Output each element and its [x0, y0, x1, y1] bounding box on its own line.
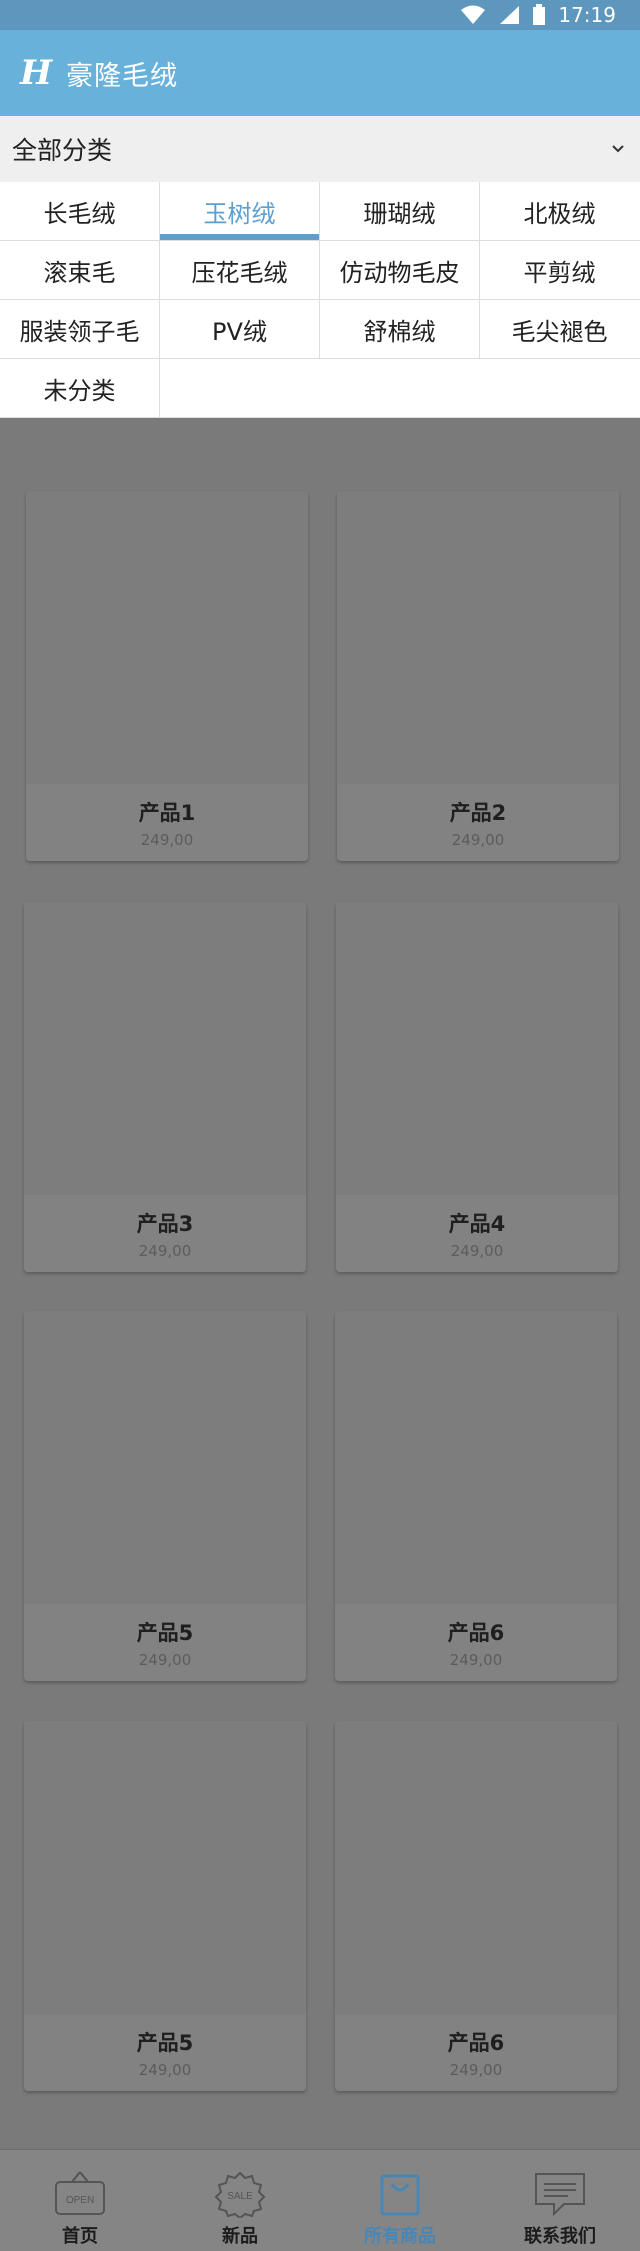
- category-label: 全部分类: [12, 136, 113, 165]
- category-item[interactable]: 压花毛绒: [160, 241, 320, 299]
- product-card[interactable]: 产品6 249,00: [335, 1721, 617, 2091]
- product-card[interactable]: 产品1 249,00: [26, 491, 308, 861]
- category-item[interactable]: 长毛绒: [0, 182, 160, 240]
- tab-contact[interactable]: 联系我们: [480, 2150, 640, 2251]
- product-card[interactable]: 产品3 249,00: [24, 902, 306, 1272]
- product-price: 249,00: [449, 2061, 503, 2079]
- category-item-active[interactable]: 玉树绒: [160, 182, 320, 240]
- category-item[interactable]: 滚束毛: [0, 241, 160, 299]
- category-grid: 长毛绒 玉树绒 珊瑚绒 北极绒 滚束毛 压花毛绒 仿动物毛皮 平剪绒 服装领子毛…: [0, 182, 640, 418]
- sale-badge-icon: SALE: [214, 2171, 266, 2218]
- product-image: [24, 1721, 306, 2014]
- status-bar: 17:19: [0, 0, 640, 30]
- tab-home[interactable]: OPEN 首页: [0, 2150, 160, 2251]
- product-card[interactable]: 产品5 249,00: [24, 1311, 306, 1681]
- product-price: 249,00: [140, 831, 194, 849]
- open-sign-icon: OPEN: [55, 2171, 105, 2215]
- product-name: 产品5: [136, 1621, 194, 1645]
- product-price: 249,00: [138, 1242, 192, 1260]
- app-bar: H 豪隆毛绒: [0, 30, 640, 116]
- category-empty: [160, 359, 640, 417]
- category-item[interactable]: 北极绒: [480, 182, 639, 240]
- product-name: 产品6: [447, 1621, 505, 1645]
- product-image: [24, 902, 306, 1195]
- product-image: [335, 1721, 617, 2014]
- product-price: 249,00: [451, 831, 505, 849]
- product-image: [336, 902, 618, 1195]
- product-image: [24, 1311, 306, 1604]
- app-logo: H: [19, 53, 53, 93]
- product-name: 产品4: [448, 1212, 506, 1236]
- tab-all-products[interactable]: 所有商品: [320, 2150, 480, 2251]
- product-name: 产品5: [136, 2031, 194, 2055]
- tab-label: 新品: [222, 2226, 258, 2247]
- category-item[interactable]: 珊瑚绒: [320, 182, 480, 240]
- product-price: 249,00: [138, 2061, 192, 2079]
- category-item[interactable]: 未分类: [0, 359, 160, 417]
- sale-badge-text: SALE: [227, 2191, 253, 2202]
- tab-new[interactable]: SALE 新品: [160, 2150, 320, 2251]
- product-name: 产品3: [136, 1212, 194, 1236]
- product-price: 249,00: [450, 1242, 504, 1260]
- app-title: 豪隆毛绒: [66, 60, 178, 92]
- category-dropdown[interactable]: 全部分类: [0, 116, 640, 183]
- tab-label: 联系我们: [524, 2226, 596, 2247]
- bottom-tab-bar: OPEN 首页 SALE 新品 所有商品 联系我们: [0, 2149, 640, 2251]
- product-price: 249,00: [138, 1651, 192, 1669]
- product-card[interactable]: 产品6 249,00: [335, 1311, 617, 1681]
- wifi-icon: [461, 5, 486, 24]
- signal-icon: [500, 6, 520, 24]
- product-card[interactable]: 产品2 249,00: [337, 491, 619, 861]
- chat-icon: [535, 2173, 585, 2217]
- product-card[interactable]: 产品4 249,00: [336, 902, 618, 1272]
- category-item[interactable]: 服装领子毛: [0, 300, 160, 358]
- product-name: 产品1: [138, 801, 196, 825]
- product-image: [335, 1311, 617, 1604]
- battery-icon: [533, 4, 546, 25]
- category-item[interactable]: PV绒: [160, 300, 320, 358]
- product-price: 249,00: [449, 1651, 503, 1669]
- status-time: 17:19: [558, 3, 616, 27]
- product-image: [337, 491, 619, 784]
- chevron-down-icon: [612, 145, 624, 153]
- category-item[interactable]: 舒棉绒: [320, 300, 480, 358]
- category-item[interactable]: 毛尖褪色: [480, 300, 639, 358]
- product-card[interactable]: 产品5 249,00: [24, 1721, 306, 2091]
- category-item[interactable]: 平剪绒: [480, 241, 639, 299]
- product-image: [26, 491, 308, 784]
- product-name: 产品2: [449, 801, 507, 825]
- tab-label: 首页: [62, 2226, 98, 2247]
- open-sign-text: OPEN: [66, 2195, 94, 2206]
- tab-label: 所有商品: [364, 2226, 436, 2247]
- category-item[interactable]: 仿动物毛皮: [320, 241, 480, 299]
- product-name: 产品6: [447, 2031, 505, 2055]
- shopping-bag-icon: [380, 2174, 420, 2216]
